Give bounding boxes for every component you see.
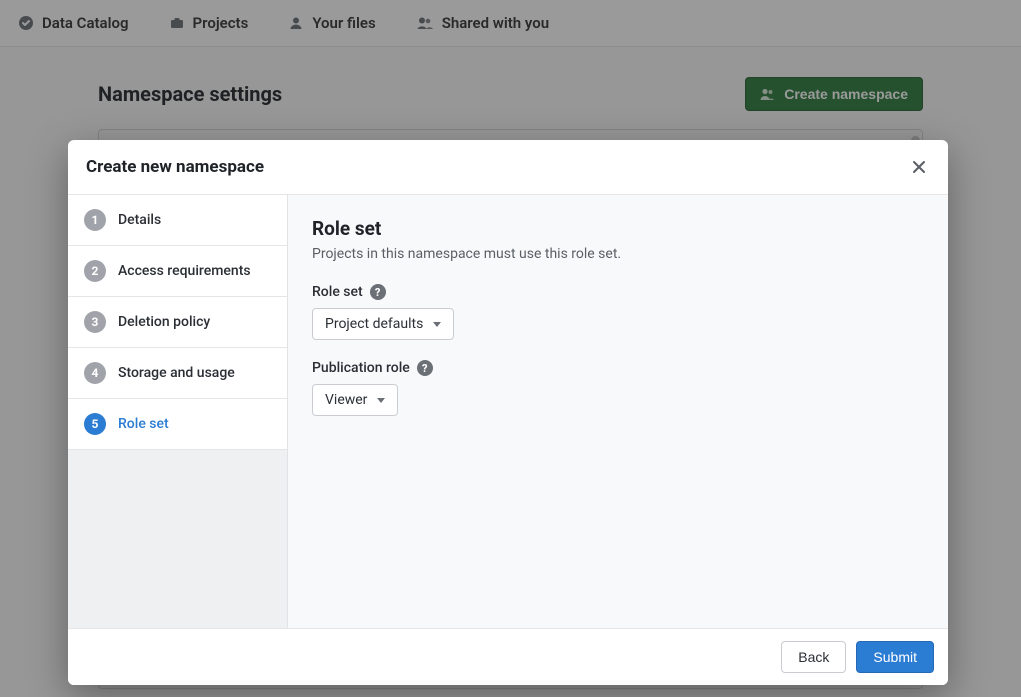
- step-number: 4: [84, 362, 106, 384]
- step-number: 2: [84, 260, 106, 282]
- close-icon[interactable]: [908, 156, 930, 178]
- help-icon[interactable]: ?: [370, 284, 386, 300]
- step-number: 3: [84, 311, 106, 333]
- submit-button[interactable]: Submit: [856, 641, 934, 673]
- field-publication-role: Publication role ? Viewer: [312, 360, 924, 416]
- select-value: Viewer: [325, 392, 367, 408]
- dialog-title: Create new namespace: [86, 157, 264, 177]
- field-role-set: Role set ? Project defaults: [312, 284, 924, 340]
- chevron-down-icon: [377, 398, 385, 403]
- step-label: Deletion policy: [118, 314, 210, 330]
- step-number: 1: [84, 209, 106, 231]
- step-role-set[interactable]: 5 Role set: [68, 399, 287, 450]
- step-label: Role set: [118, 416, 169, 432]
- dialog-footer: Back Submit: [68, 628, 948, 685]
- field-label: Publication role: [312, 360, 410, 376]
- dialog-body: 1 Details 2 Access requirements 3 Deleti…: [68, 195, 948, 628]
- step-storage-and-usage[interactable]: 4 Storage and usage: [68, 348, 287, 399]
- publication-role-select[interactable]: Viewer: [312, 384, 398, 416]
- chevron-down-icon: [433, 322, 441, 327]
- select-value: Project defaults: [325, 316, 423, 332]
- create-namespace-dialog: Create new namespace 1 Details 2 Access …: [68, 140, 948, 685]
- back-button[interactable]: Back: [781, 641, 846, 673]
- section-subtitle: Projects in this namespace must use this…: [312, 246, 924, 262]
- step-label: Access requirements: [118, 263, 251, 279]
- wizard-steps: 1 Details 2 Access requirements 3 Deleti…: [68, 195, 288, 628]
- field-label-row: Role set ?: [312, 284, 924, 300]
- role-set-select[interactable]: Project defaults: [312, 308, 454, 340]
- step-number: 5: [84, 413, 106, 435]
- step-label: Storage and usage: [118, 365, 235, 381]
- field-label: Role set: [312, 284, 363, 300]
- step-label: Details: [118, 212, 161, 228]
- dialog-header: Create new namespace: [68, 140, 948, 195]
- step-deletion-policy[interactable]: 3 Deletion policy: [68, 297, 287, 348]
- step-details[interactable]: 1 Details: [68, 195, 287, 246]
- step-access-requirements[interactable]: 2 Access requirements: [68, 246, 287, 297]
- help-icon[interactable]: ?: [417, 360, 433, 376]
- form-area: Role set Projects in this namespace must…: [288, 195, 948, 628]
- section-title: Role set: [312, 217, 924, 240]
- field-label-row: Publication role ?: [312, 360, 924, 376]
- steps-filler: [68, 450, 287, 628]
